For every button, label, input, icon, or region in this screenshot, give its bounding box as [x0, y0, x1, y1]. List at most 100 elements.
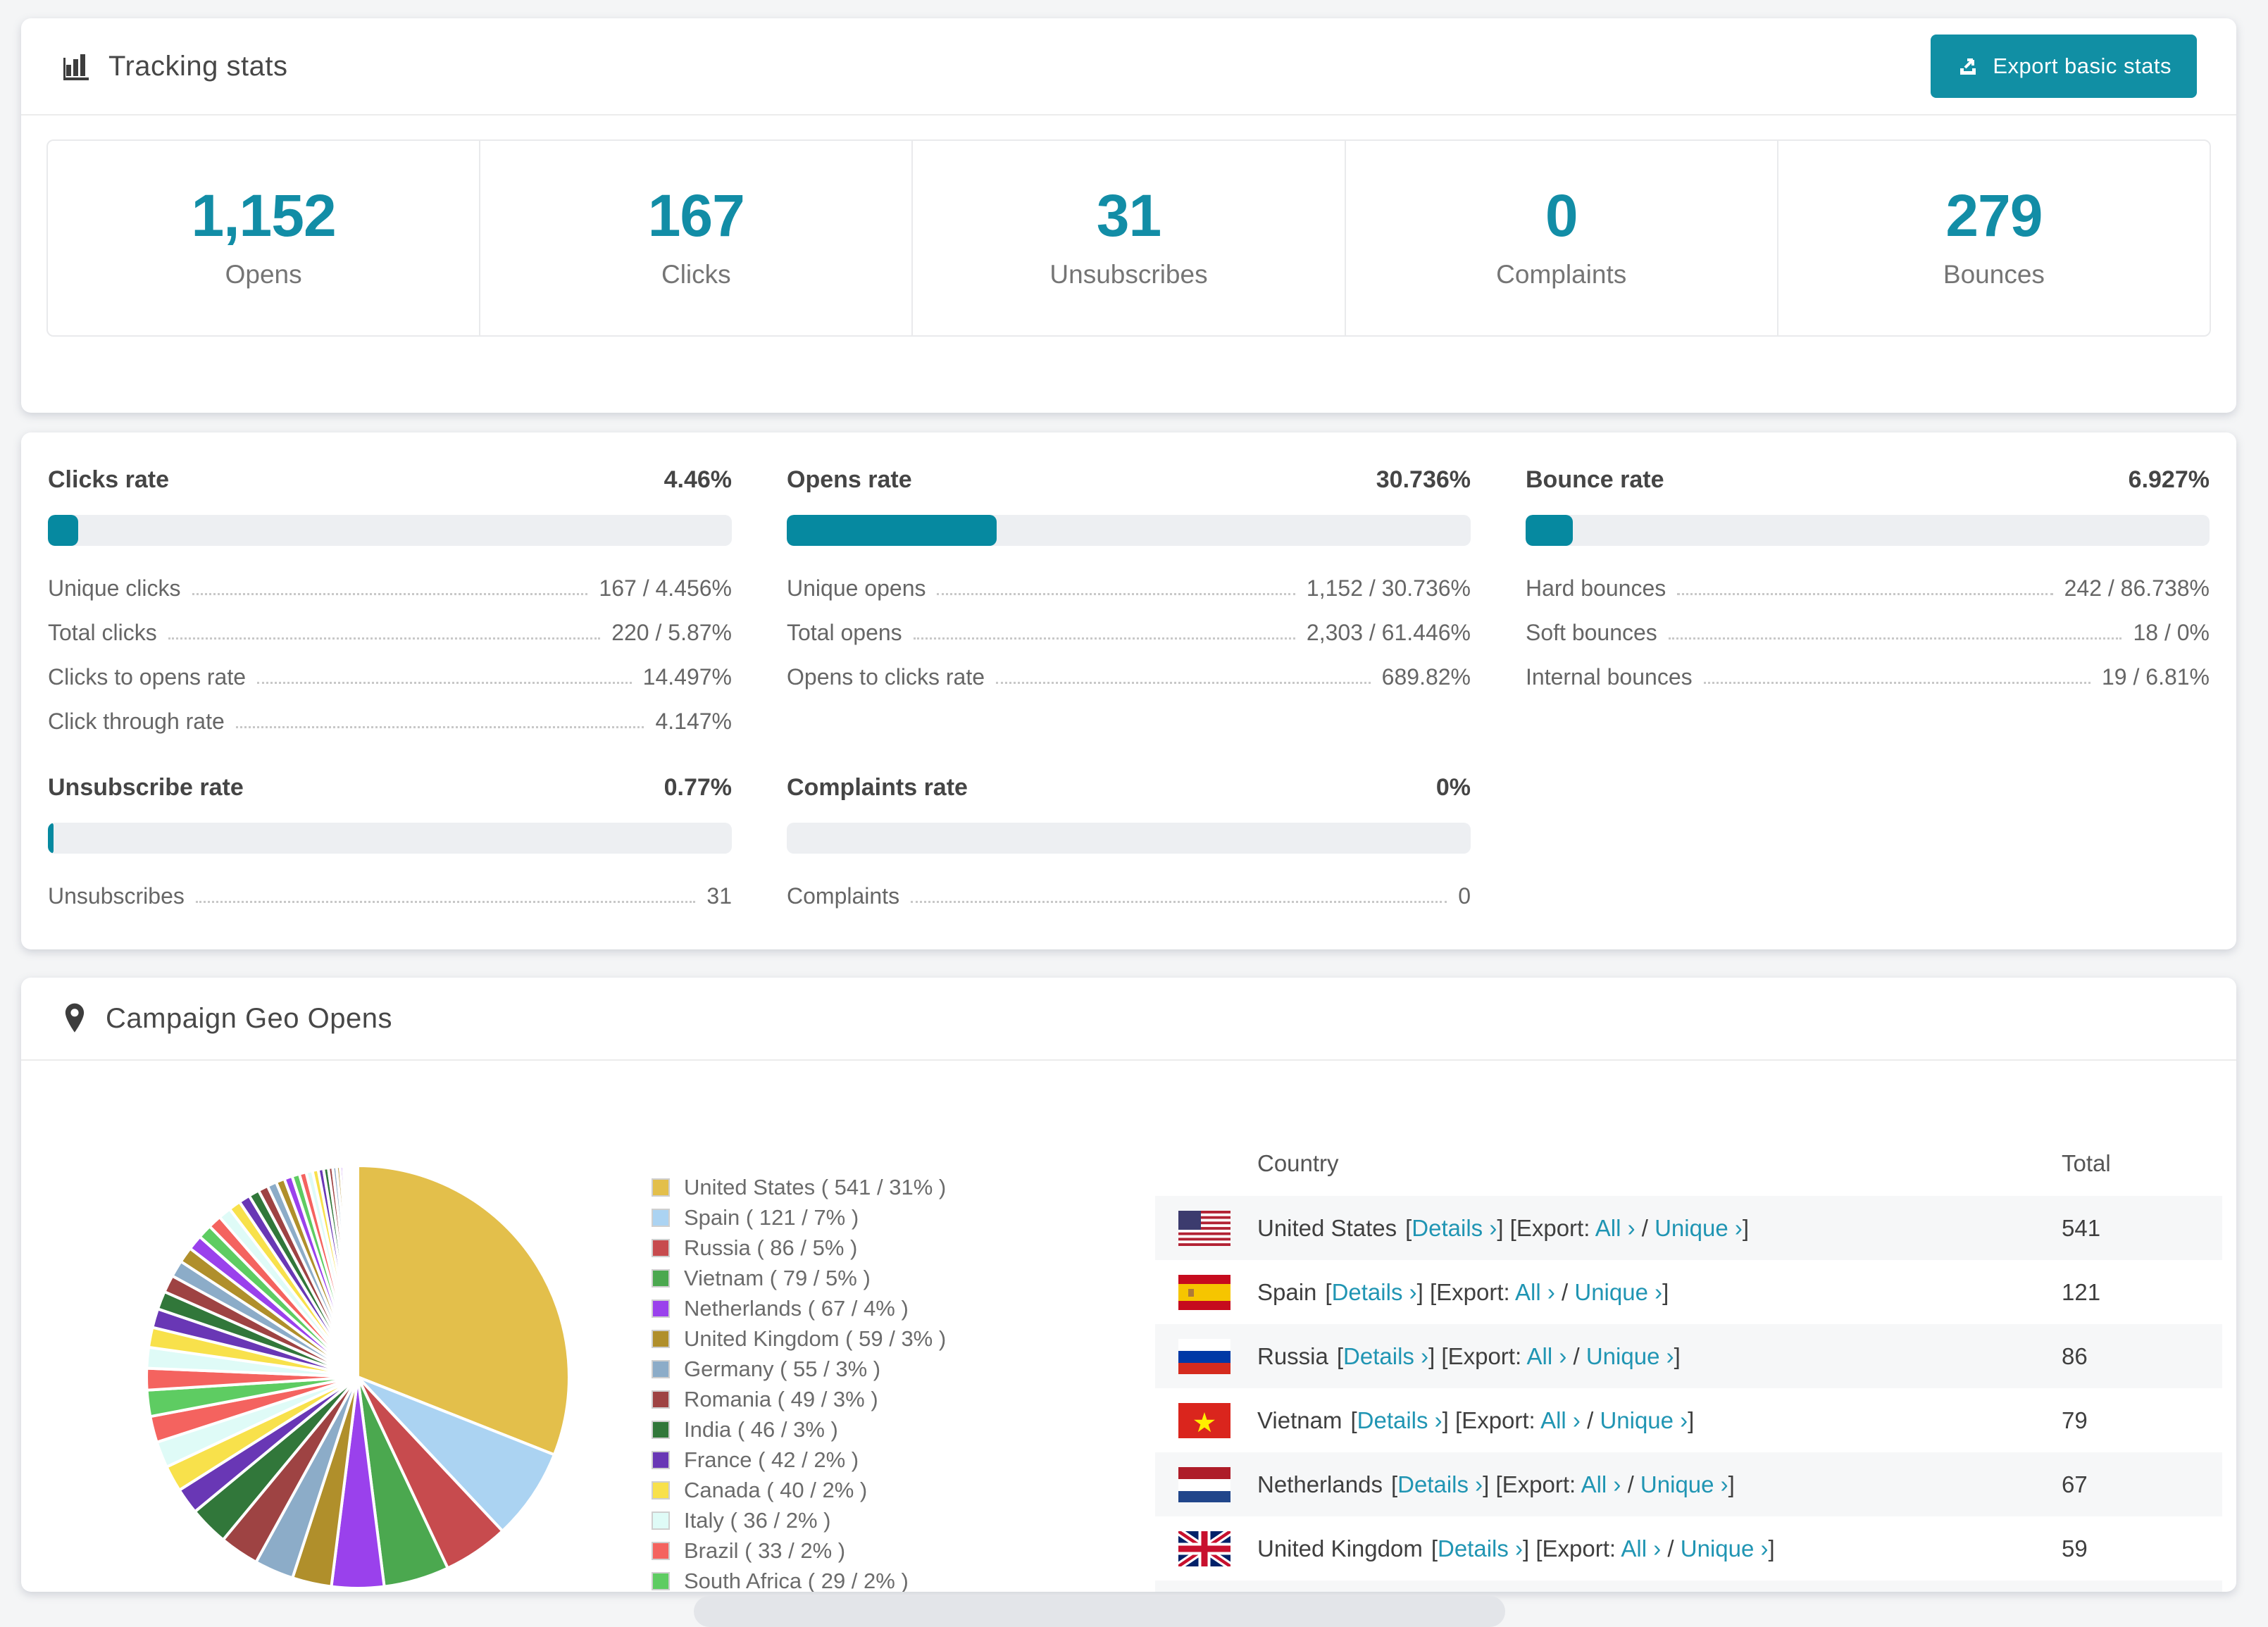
legend-item-br: Brazil ( 33 / 2% ) [652, 1535, 946, 1566]
export-unique-link[interactable]: Unique › [1574, 1279, 1662, 1305]
legend-item-de: Germany ( 55 / 3% ) [652, 1354, 946, 1384]
country-name: Russia [1257, 1342, 1328, 1369]
export-all-link[interactable]: All › [1526, 1343, 1566, 1369]
rate-value: 4.46% [663, 466, 732, 493]
dotted-leader [1668, 637, 2122, 640]
details-link[interactable]: Details › [1438, 1535, 1523, 1561]
rate-detail-row: Soft bounces 18 / 0% [1526, 620, 2210, 645]
export-unique-link[interactable]: Unique › [1640, 1471, 1728, 1497]
dotted-leader [257, 682, 632, 684]
export-button-label: Export basic stats [1993, 54, 2172, 78]
details-link[interactable]: Details › [1412, 1215, 1497, 1241]
dotted-leader [192, 593, 588, 595]
dotted-leader [168, 637, 601, 640]
stat-cell-bounces: 279 Bounces [1778, 141, 2210, 335]
summary-stats-row: 1,152 Opens 167 Clicks 31 Unsubscribes 0 Compla… [46, 139, 2211, 337]
details-link[interactable]: Details › [1397, 1471, 1483, 1497]
rate-detail-row: Unique clicks 167 / 4.456% [48, 575, 732, 601]
pie-legend: United States ( 541 / 31% ) Spain ( 121 /… [652, 1172, 946, 1592]
dotted-leader [1703, 682, 2091, 684]
legend-label: Canada ( 40 / 2% ) [684, 1477, 868, 1502]
export-icon [1956, 54, 1981, 79]
legend-label: Romania ( 49 / 3% ) [684, 1386, 878, 1411]
bottom-overlay-bar [694, 1596, 1505, 1627]
legend-swatch [652, 1359, 670, 1378]
export-all-link[interactable]: All › [1595, 1215, 1635, 1241]
legend-label: Netherlands ( 67 / 4% ) [684, 1295, 909, 1321]
legend-item-ca: Canada ( 40 / 2% ) [652, 1475, 946, 1505]
column-country: Country [1257, 1150, 1339, 1176]
country-total: 121 [2062, 1278, 2101, 1305]
legend-item-gb: United Kingdom ( 59 / 3% ) [652, 1323, 946, 1354]
legend-item-it: Italy ( 36 / 2% ) [652, 1505, 946, 1535]
rate-title: Complaints rate [787, 774, 968, 801]
export-all-link[interactable]: All › [1540, 1407, 1581, 1433]
legend-item-ro: Romania ( 49 / 3% ) [652, 1384, 946, 1414]
legend-swatch [652, 1541, 670, 1560]
country-total: 59 [2062, 1535, 2088, 1561]
legend-swatch [652, 1208, 670, 1227]
dotted-leader [937, 593, 1295, 595]
country-total: 86 [2062, 1342, 2088, 1369]
legend-item-us: United States ( 541 / 31% ) [652, 1172, 946, 1202]
legend-item-in: India ( 46 / 3% ) [652, 1414, 946, 1445]
dotted-leader [1677, 593, 2053, 595]
geo-table-row-es: Spain [Details ›] [Export: All › / Unique… [1155, 1260, 2222, 1324]
country-name: United Kingdom [1257, 1535, 1423, 1561]
legend-label: Brazil ( 33 / 2% ) [684, 1538, 846, 1563]
details-link[interactable]: Details › [1343, 1343, 1428, 1369]
rate-detail-row: Opens to clicks rate 689.82% [787, 664, 1471, 690]
legend-swatch [652, 1480, 670, 1500]
rate-detail-row: Click through rate 4.147% [48, 709, 732, 734]
rate-detail-row: Total clicks 220 / 5.87% [48, 620, 732, 645]
rate-detail-row: Unique opens 1,152 / 30.736% [787, 575, 1471, 601]
legend-label: Russia ( 86 / 5% ) [684, 1235, 858, 1260]
export-unique-link[interactable]: Unique › [1681, 1535, 1769, 1561]
flag-gb-icon [1178, 1531, 1230, 1566]
stat-label: Unsubscribes [1049, 260, 1208, 289]
legend-label: South Africa ( 29 / 2% ) [684, 1568, 909, 1592]
flag-es-icon [1178, 1274, 1230, 1310]
stat-label: Bounces [1943, 260, 2045, 289]
campaign-geo-opens-card: Campaign Geo Opens United States ( 541 /… [21, 978, 2236, 1592]
rate-block-unsubscribe-rate: Unsubscribe rate 0.77% Unsubscribes 31 [48, 774, 732, 909]
stat-cell-opens: 1,152 Opens [48, 141, 481, 335]
legend-label: United States ( 541 / 31% ) [684, 1174, 947, 1199]
details-link[interactable]: Details › [1357, 1407, 1443, 1433]
geo-table-header: Country Total [1155, 1131, 2222, 1196]
geo-table: Country Total United States [Details ›] [… [1155, 1131, 2222, 1592]
legend-swatch [652, 1329, 670, 1348]
flag-nl-icon [1178, 1466, 1230, 1502]
rate-detail-row: Clicks to opens rate 14.497% [48, 664, 732, 690]
flag-vn-icon [1178, 1402, 1230, 1438]
rate-progress-bar [787, 515, 1471, 546]
stat-label: Opens [225, 260, 302, 289]
export-unique-link[interactable]: Unique › [1655, 1215, 1743, 1241]
export-basic-stats-button[interactable]: Export basic stats [1931, 35, 2197, 98]
rate-value: 0.77% [663, 774, 732, 801]
legend-label: Italy ( 36 / 2% ) [684, 1507, 831, 1533]
export-all-link[interactable]: All › [1621, 1535, 1661, 1561]
export-all-link[interactable]: All › [1515, 1279, 1555, 1305]
legend-label: Vietnam ( 79 / 5% ) [684, 1265, 871, 1290]
legend-swatch [652, 1390, 670, 1409]
geo-table-row-gb: United Kingdom [Details ›] [Export: All ›… [1155, 1516, 2222, 1581]
rate-title: Bounce rate [1526, 466, 1664, 493]
stat-label: Clicks [661, 260, 731, 289]
legend-swatch [652, 1268, 670, 1288]
legend-item-vn: Vietnam ( 79 / 5% ) [652, 1263, 946, 1293]
export-unique-link[interactable]: Unique › [1586, 1343, 1674, 1369]
legend-swatch [652, 1450, 670, 1469]
country-name: Spain [1257, 1278, 1317, 1305]
legend-swatch [652, 1420, 670, 1439]
details-link[interactable]: Details › [1332, 1279, 1417, 1305]
legend-item-za: South Africa ( 29 / 2% ) [652, 1566, 946, 1592]
export-unique-link[interactable]: Unique › [1600, 1407, 1688, 1433]
geo-table-row-partial [1155, 1581, 2222, 1592]
legend-item-ru: Russia ( 86 / 5% ) [652, 1233, 946, 1263]
legend-swatch [652, 1238, 670, 1257]
export-all-link[interactable]: All › [1581, 1471, 1621, 1497]
dotted-leader [235, 726, 644, 728]
rate-value: 30.736% [1376, 466, 1471, 493]
stat-cell-clicks: 167 Clicks [480, 141, 914, 335]
